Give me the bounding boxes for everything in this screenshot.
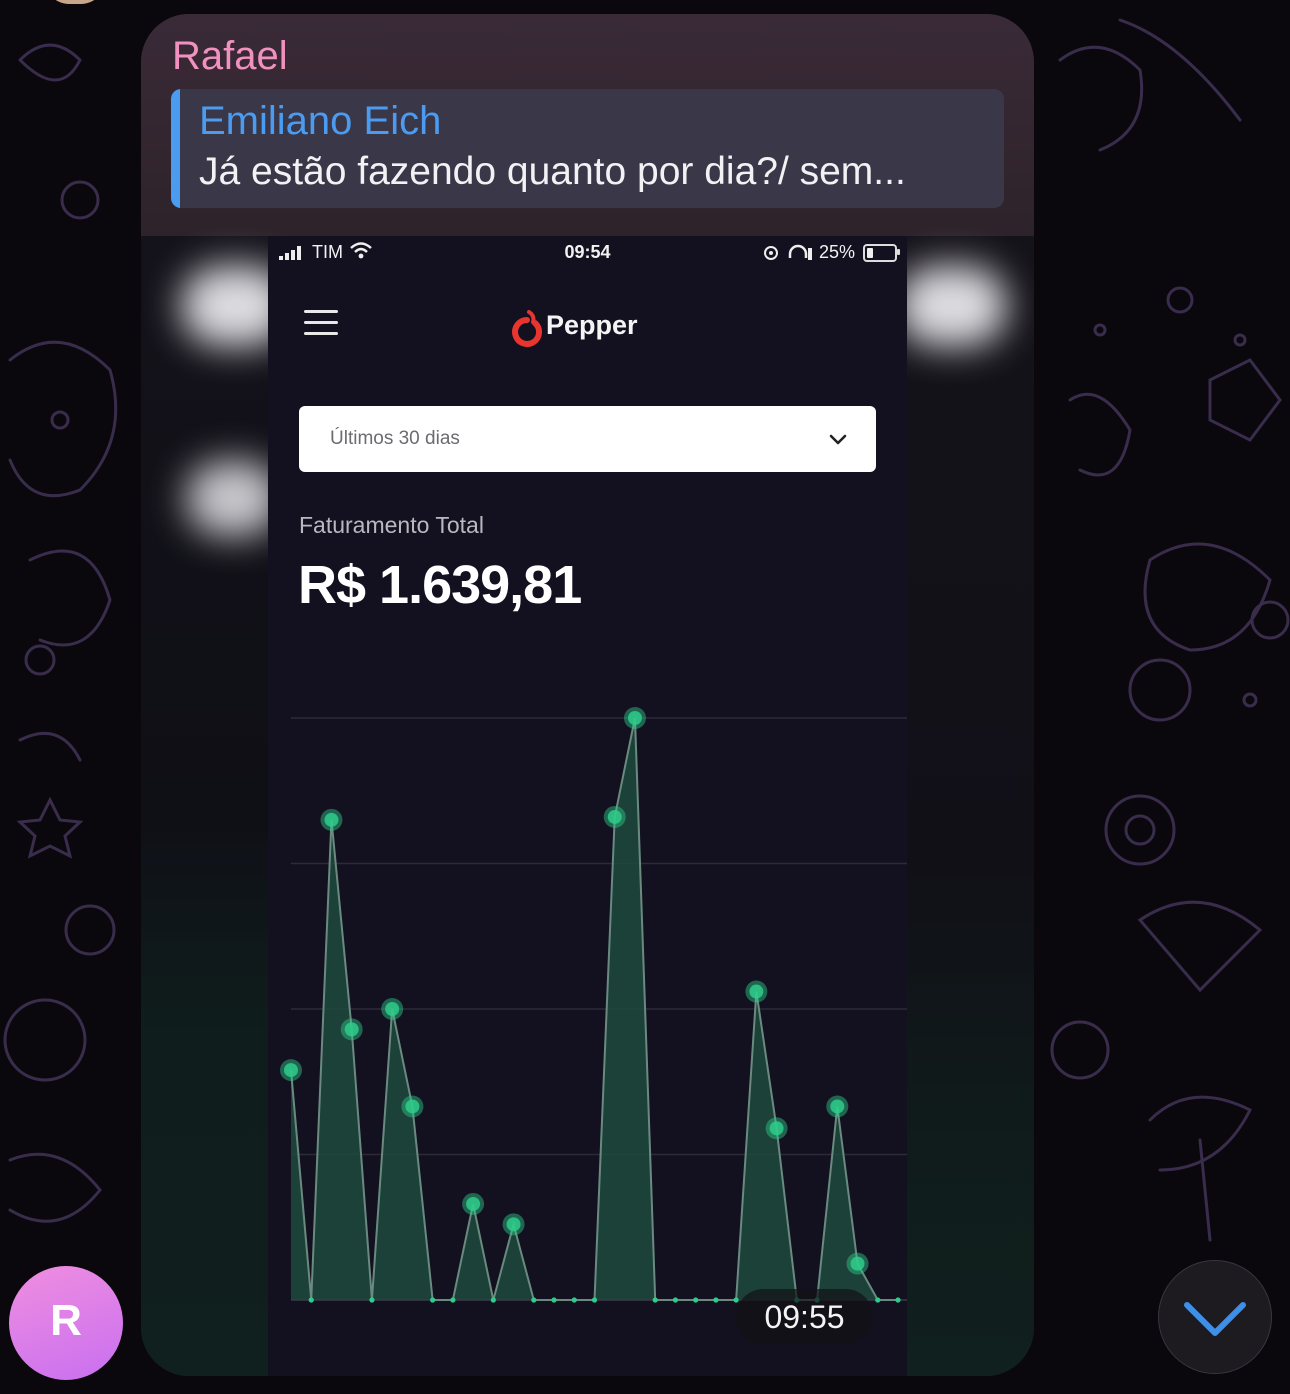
chart-point (324, 812, 339, 827)
chart-point (405, 1099, 420, 1114)
chart-point (506, 1217, 521, 1232)
sender-name[interactable]: Rafael (172, 34, 288, 79)
chart-point (308, 1297, 314, 1303)
chart-point (490, 1297, 496, 1303)
message-bubble[interactable]: Rafael Emiliano Eich Já estão fazendo qu… (141, 14, 1034, 1376)
chart-point (344, 1022, 359, 1037)
chart-point (713, 1297, 719, 1303)
scroll-to-bottom-button[interactable] (1158, 1260, 1272, 1374)
chart-point (571, 1297, 577, 1303)
blurred-patch (186, 461, 281, 536)
chart-point (284, 1063, 298, 1078)
chart-point (693, 1297, 699, 1303)
message-time: 09:55 (764, 1299, 845, 1335)
chart-point (875, 1297, 881, 1303)
chart-point (430, 1297, 436, 1303)
chevron-down-icon (1184, 1302, 1246, 1336)
revenue-area-chart (280, 707, 907, 1303)
chart-point (749, 984, 764, 999)
blurred-left-edge (141, 236, 291, 1376)
chart-point (531, 1297, 537, 1303)
chart-point (466, 1196, 481, 1211)
chart-point (652, 1297, 658, 1303)
message-header: Rafael Emiliano Eich Já estão fazendo qu… (141, 14, 1034, 250)
chart-point (895, 1297, 901, 1303)
chart-point (672, 1297, 679, 1303)
blurred-patch (897, 266, 1007, 346)
chart-point (607, 809, 622, 824)
reply-author: Emiliano Eich (199, 99, 442, 143)
chart-point (450, 1297, 456, 1303)
chart-point (385, 1002, 400, 1016)
reply-text: Já estão fazendo quanto por dia?/ sem... (199, 150, 906, 193)
chart-point (769, 1121, 784, 1136)
chart-point (830, 1099, 845, 1114)
avatar-initial: R (50, 1296, 82, 1345)
chart-point (850, 1256, 865, 1271)
chart-point (551, 1297, 557, 1303)
attached-screenshot[interactable]: TIM 09:54 25% Pepper Últimos 30 dias Fat… (141, 236, 1034, 1376)
reply-accent-bar (171, 89, 180, 208)
reply-quote[interactable]: Emiliano Eich Já estão fazendo quanto po… (171, 89, 1004, 208)
phone-screenshot: TIM 09:54 25% Pepper Últimos 30 dias Fat… (268, 236, 907, 1376)
chart-point (627, 711, 642, 725)
blurred-right-edge (897, 236, 1034, 1376)
chart-point (369, 1297, 375, 1303)
sender-avatar[interactable]: R (9, 1266, 123, 1380)
message-time-badge: 09:55 (736, 1289, 873, 1344)
chart-point (591, 1297, 598, 1303)
